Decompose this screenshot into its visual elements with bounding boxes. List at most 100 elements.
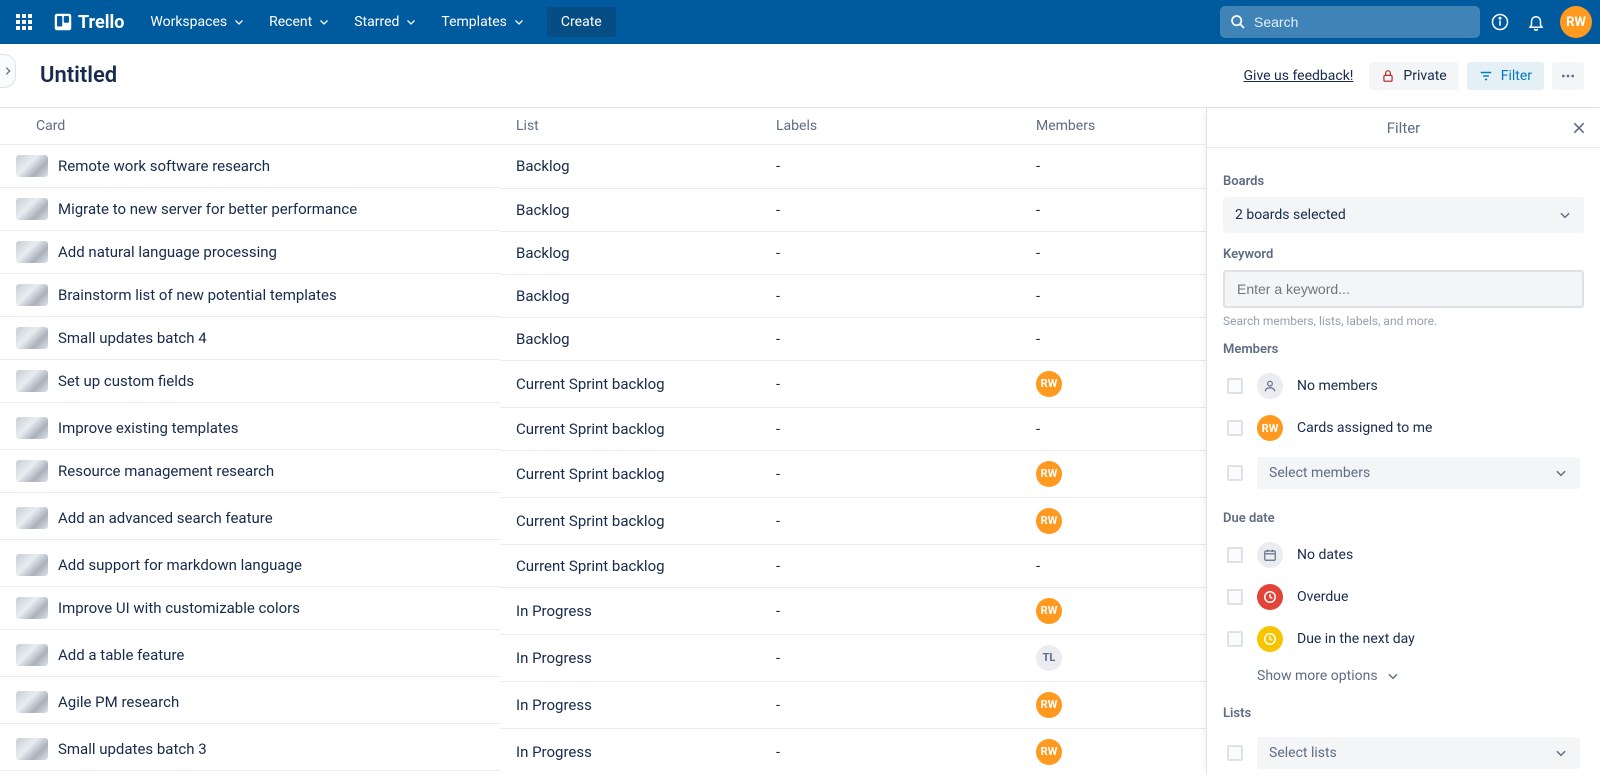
filter-label: Filter (1501, 68, 1532, 84)
expand-sidebar-button[interactable] (0, 54, 16, 88)
list-cell: Backlog (500, 188, 760, 231)
card-name: Improve UI with customizable colors (58, 599, 300, 617)
card-cell[interactable]: Agile PM research (0, 681, 500, 724)
keyword-hint: Search members, lists, labels, and more. (1223, 314, 1584, 328)
col-list[interactable]: List (500, 108, 760, 145)
filter-no-dates[interactable]: No dates (1223, 534, 1584, 576)
member-avatar[interactable]: TL (1036, 645, 1062, 671)
boards-select[interactable]: 2 boards selected (1223, 197, 1584, 233)
visibility-button[interactable]: Private (1369, 62, 1458, 90)
col-card[interactable]: Card (0, 108, 500, 145)
card-cell[interactable]: Add an advanced search feature (0, 497, 500, 540)
nav-item-label: Templates (441, 14, 507, 30)
nav-item-templates[interactable]: Templates (429, 8, 537, 36)
member-avatar[interactable]: RW (1036, 692, 1062, 718)
checkbox[interactable] (1227, 547, 1243, 563)
checkbox[interactable] (1227, 745, 1243, 761)
chevron-right-icon (3, 66, 13, 76)
filter-panel-header: Filter (1207, 108, 1600, 148)
person-icon (1257, 373, 1283, 399)
board-title[interactable]: Untitled (40, 63, 117, 88)
close-filter-button[interactable] (1568, 117, 1590, 139)
card-name: Add natural language processing (58, 243, 277, 261)
checkbox[interactable] (1227, 465, 1243, 481)
card-name: Resource management research (58, 462, 274, 480)
checkbox[interactable] (1227, 378, 1243, 394)
feedback-link[interactable]: Give us feedback! (1244, 68, 1354, 84)
labels-cell: - (760, 587, 1020, 634)
filter-select-members[interactable]: Select members (1223, 449, 1584, 497)
search-input[interactable] (1254, 14, 1470, 30)
info-icon (1491, 13, 1509, 31)
keyword-input[interactable] (1223, 270, 1584, 308)
list-cell: In Progress (500, 728, 760, 775)
card-cell[interactable]: Small updates batch 4 (0, 317, 500, 360)
members-section-label: Members (1223, 342, 1584, 357)
filter-assigned-to-me[interactable]: RW Cards assigned to me (1223, 407, 1584, 449)
filter-select-lists[interactable]: Select lists (1223, 729, 1584, 775)
card-cell[interactable]: Migrate to new server for better perform… (0, 188, 500, 231)
card-name: Brainstorm list of new potential templat… (58, 286, 337, 304)
card-cell[interactable]: Resource management research (0, 450, 500, 493)
search-box[interactable] (1220, 6, 1480, 38)
no-members-label: No members (1297, 378, 1378, 394)
labels-cell: - (760, 360, 1020, 407)
card-cell[interactable]: Improve UI with customizable colors (0, 587, 500, 630)
board-thumbnail (16, 370, 48, 392)
member-avatar[interactable]: RW (1036, 371, 1062, 397)
card-cell[interactable]: Brainstorm list of new potential templat… (0, 274, 500, 317)
board-thumbnail (16, 738, 48, 760)
nav-item-label: Recent (269, 14, 312, 30)
more-button[interactable] (1552, 62, 1584, 90)
filter-button[interactable]: Filter (1467, 62, 1544, 90)
card-cell[interactable]: Add natural language processing (0, 231, 500, 274)
list-cell: In Progress (500, 634, 760, 681)
card-cell[interactable]: Remote work software research (0, 145, 500, 188)
no-dates-label: No dates (1297, 547, 1353, 563)
show-more-due-options[interactable]: Show more options (1223, 660, 1584, 692)
calendar-icon (1257, 542, 1283, 568)
bell-icon (1527, 13, 1545, 31)
checkbox[interactable] (1227, 631, 1243, 647)
notifications-button[interactable] (1520, 6, 1552, 38)
card-name: Set up custom fields (58, 372, 194, 390)
close-icon (1571, 120, 1587, 136)
select-members-dropdown[interactable]: Select members (1257, 457, 1580, 489)
checkbox[interactable] (1227, 589, 1243, 605)
card-cell[interactable]: Small updates batch 3 (0, 728, 500, 771)
card-name: Small updates batch 4 (58, 329, 207, 347)
col-labels[interactable]: Labels (760, 108, 1020, 145)
lock-icon (1381, 69, 1395, 83)
user-avatar[interactable]: RW (1560, 6, 1592, 38)
nav-item-recent[interactable]: Recent (257, 8, 342, 36)
boards-section-label: Boards (1223, 174, 1584, 189)
card-cell[interactable]: Set up custom fields (0, 360, 500, 403)
card-cell[interactable]: Add a table feature (0, 634, 500, 677)
member-avatar[interactable]: RW (1036, 461, 1062, 487)
list-cell: Backlog (500, 274, 760, 317)
card-cell[interactable]: Improve existing templates (0, 407, 500, 450)
app-switcher[interactable] (8, 6, 40, 38)
clock-icon (1257, 584, 1283, 610)
ellipsis-icon (1560, 68, 1576, 84)
member-avatar[interactable]: RW (1036, 739, 1062, 765)
board-thumbnail (16, 241, 48, 263)
filter-no-members[interactable]: No members (1223, 365, 1584, 407)
create-button[interactable]: Create (547, 7, 616, 37)
trello-icon (54, 13, 72, 31)
chevron-down-icon (233, 16, 245, 28)
user-avatar-small: RW (1257, 415, 1283, 441)
filter-overdue[interactable]: Overdue (1223, 576, 1584, 618)
nav-item-workspaces[interactable]: Workspaces (138, 8, 257, 36)
checkbox[interactable] (1227, 420, 1243, 436)
select-lists-dropdown[interactable]: Select lists (1257, 737, 1580, 769)
member-avatar[interactable]: RW (1036, 508, 1062, 534)
labels-cell: - (760, 497, 1020, 544)
member-avatar[interactable]: RW (1036, 598, 1062, 624)
card-name: Small updates batch 3 (58, 740, 207, 758)
info-button[interactable] (1484, 6, 1516, 38)
nav-item-starred[interactable]: Starred (342, 8, 429, 36)
card-cell[interactable]: Add support for markdown language (0, 544, 500, 587)
trello-logo[interactable]: Trello (44, 12, 134, 33)
filter-due-next-day[interactable]: Due in the next day (1223, 618, 1584, 660)
